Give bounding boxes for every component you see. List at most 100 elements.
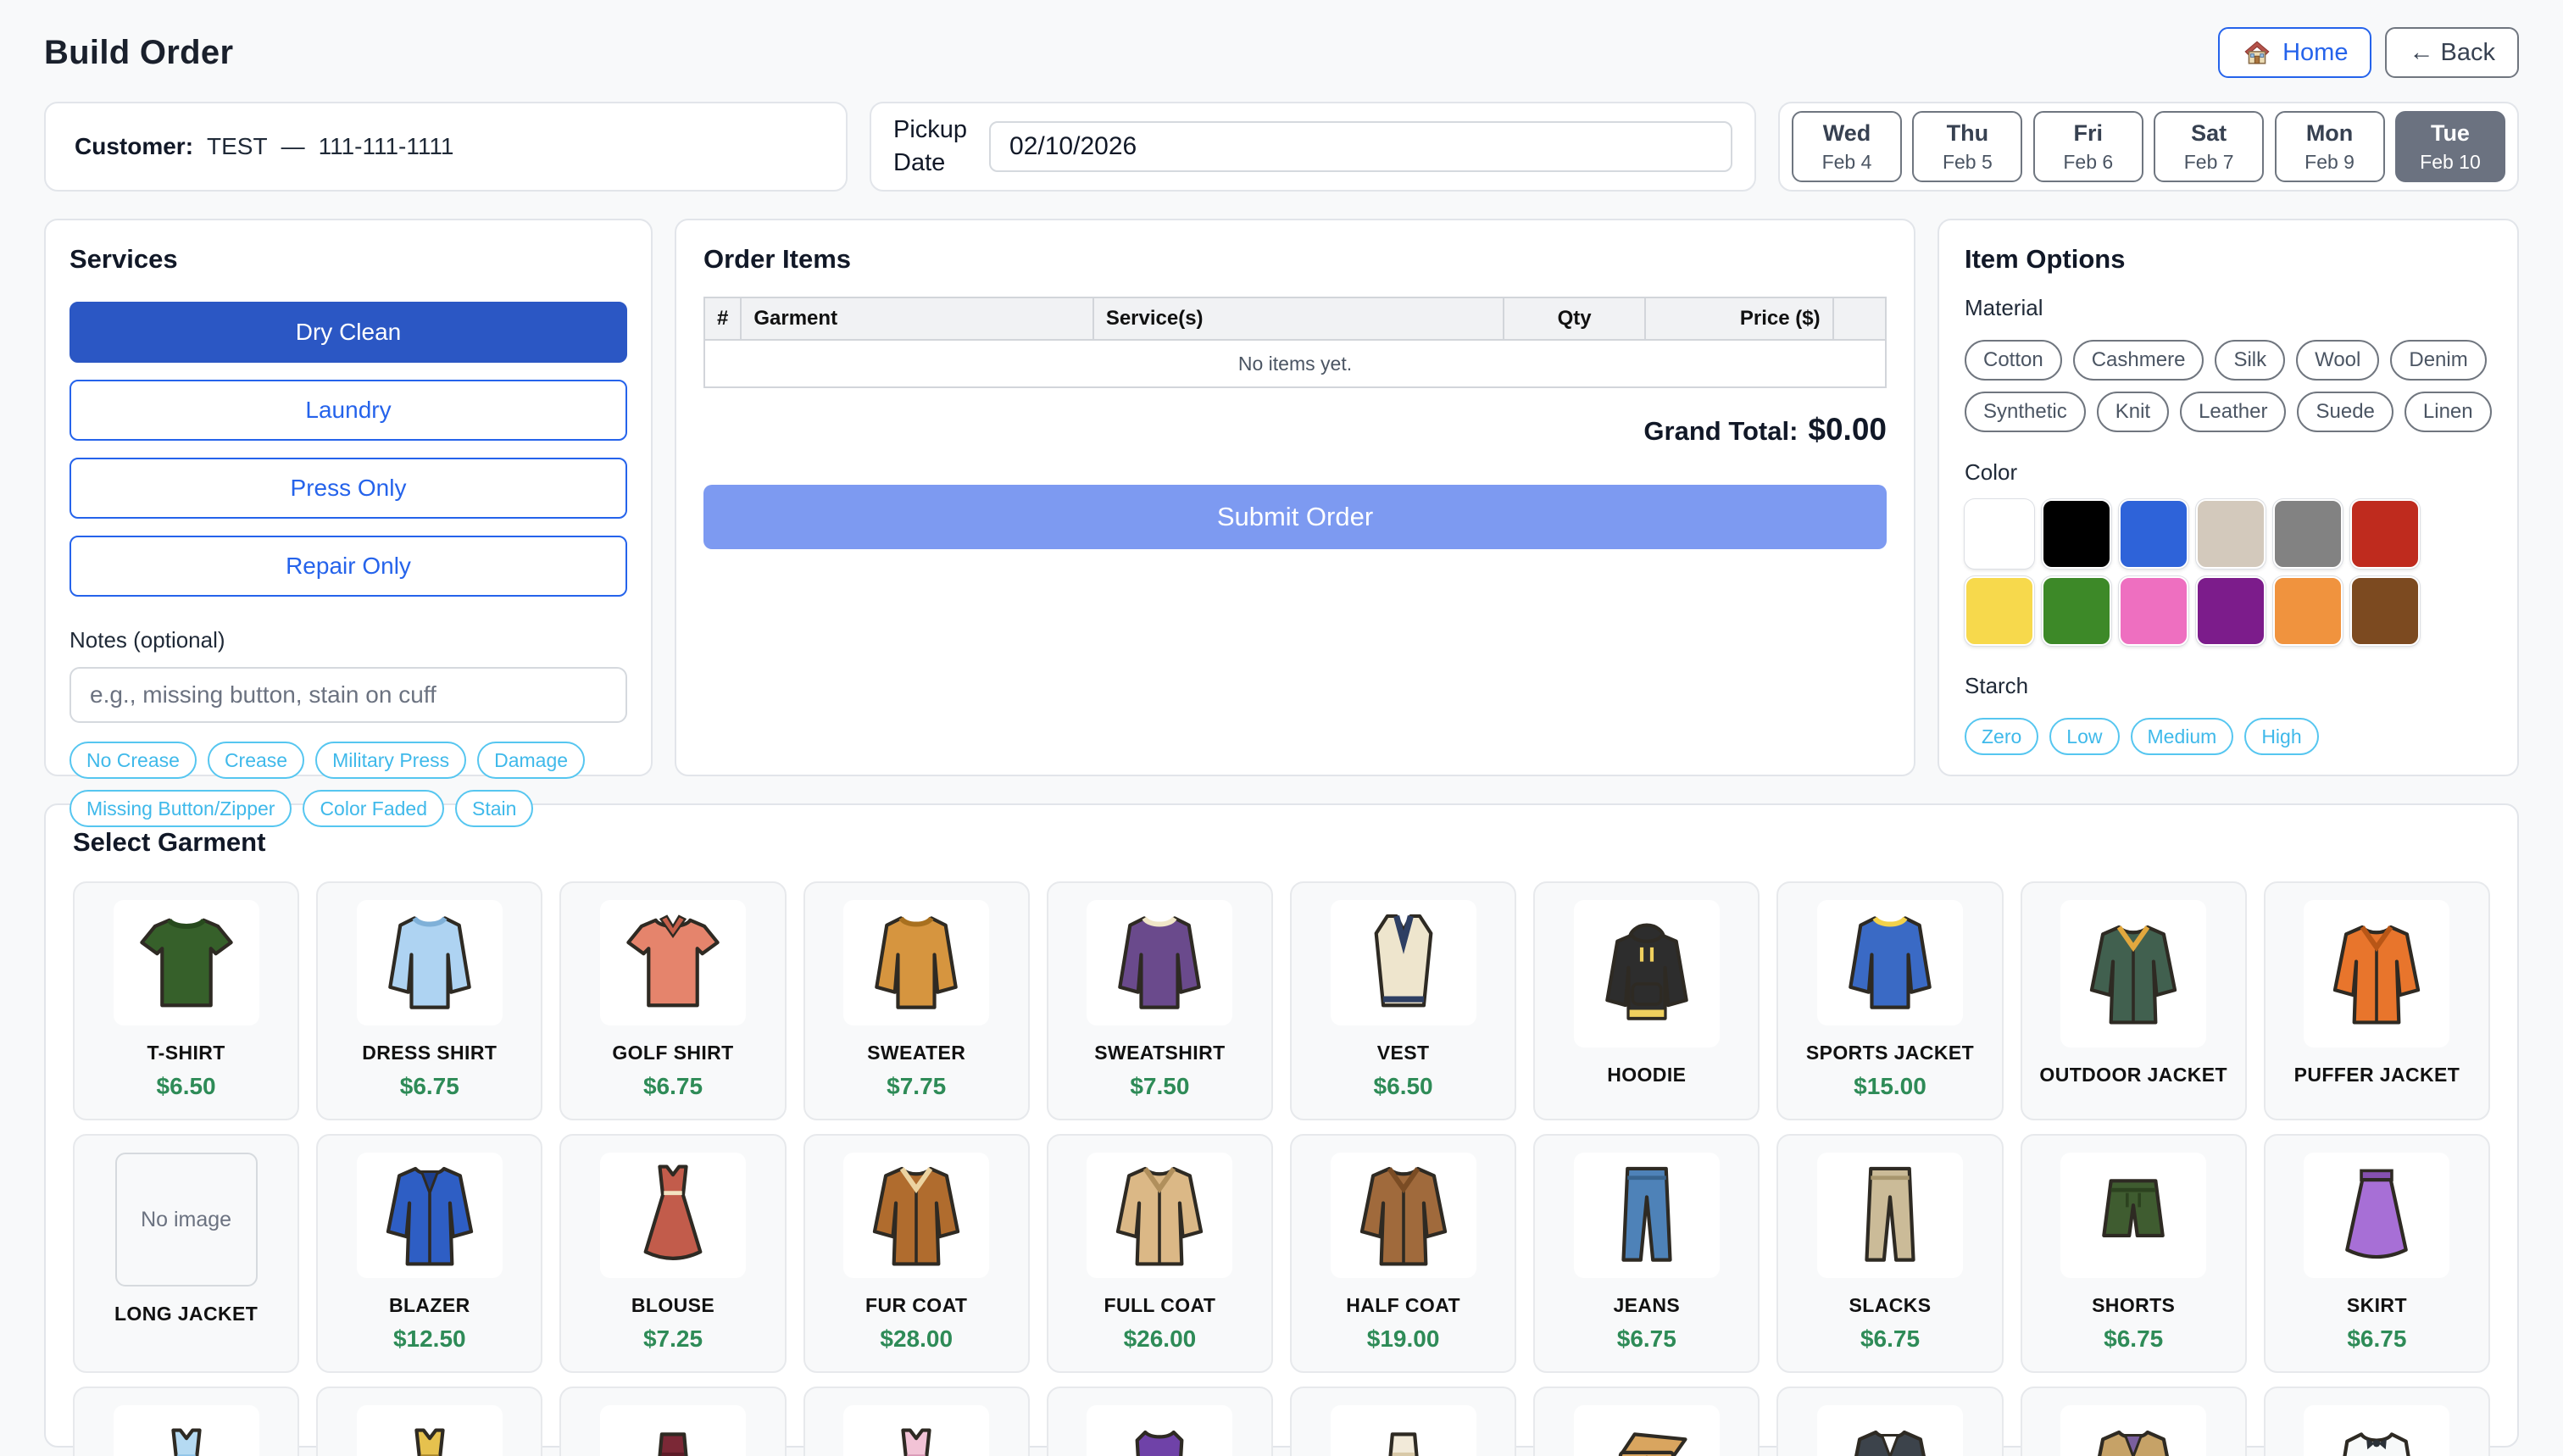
color-swatch-black[interactable] (2042, 499, 2111, 569)
garment-card-blazer[interactable]: BLAZER $12.50 (316, 1134, 542, 1373)
garment-card[interactable] (73, 1387, 299, 1456)
color-swatch-beige[interactable] (2196, 499, 2266, 569)
garment-card[interactable] (316, 1387, 542, 1456)
column-header-service-s: Service(s) (1093, 297, 1504, 340)
garment-name: SKIRT (2347, 1295, 2407, 1316)
material-chip-denim[interactable]: Denim (2390, 340, 2486, 381)
garment-card[interactable] (1776, 1387, 2003, 1456)
starch-chip-medium[interactable]: Medium (2131, 718, 2234, 755)
garment-card-long-jacket[interactable]: No image LONG JACKET (73, 1134, 299, 1373)
date-button-thu[interactable]: Thu Feb 5 (1912, 111, 2022, 182)
garment-card-hoodie[interactable]: HOODIE (1533, 881, 1760, 1120)
garment-card-full-coat[interactable]: FULL COAT $26.00 (1047, 1134, 1273, 1373)
garment-card-vest[interactable]: VEST $6.50 (1290, 881, 1516, 1120)
garment-card-fur-coat[interactable]: FUR COAT $28.00 (803, 1134, 1030, 1373)
note-chip-stain[interactable]: Stain (455, 790, 533, 827)
garment-card[interactable] (559, 1387, 786, 1456)
color-swatch-red[interactable] (2350, 499, 2420, 569)
service-button-dry-clean[interactable]: Dry Clean (69, 302, 627, 363)
garment-price: $6.75 (2347, 1325, 2406, 1353)
material-chip-linen[interactable]: Linen (2405, 392, 2492, 432)
garment-card[interactable] (2021, 1387, 2247, 1456)
material-chip-knit[interactable]: Knit (2097, 392, 2169, 432)
date-button-sat[interactable]: Sat Feb 7 (2154, 111, 2264, 182)
top-actions: Home ← Back (2218, 27, 2519, 78)
garment-card-dress-shirt[interactable]: DRESS SHIRT $6.75 (316, 881, 542, 1120)
starch-chips: Zero Low Medium High (1965, 718, 2492, 755)
starch-chip-zero[interactable]: Zero (1965, 718, 2038, 755)
service-button-laundry[interactable]: Laundry (69, 380, 627, 441)
garment-name: HOODIE (1607, 1064, 1686, 1086)
garment-name: PUFFER JACKET (2294, 1064, 2460, 1086)
service-button-press-only[interactable]: Press Only (69, 458, 627, 519)
garment-card-half-coat[interactable]: HALF COAT $19.00 (1290, 1134, 1516, 1373)
garment-card-puffer-jacket[interactable]: PUFFER JACKET (2264, 881, 2490, 1120)
note-chip-color-faded[interactable]: Color Faded (303, 790, 444, 827)
material-chip-suede[interactable]: Suede (2297, 392, 2393, 432)
starch-chip-high[interactable]: High (2244, 718, 2318, 755)
service-button-repair-only[interactable]: Repair Only (69, 536, 627, 597)
material-chip-cotton[interactable]: Cotton (1965, 340, 2062, 381)
date-day-label: Wed (1823, 120, 1871, 147)
date-button-tue[interactable]: Tue Feb 10 (2395, 111, 2505, 182)
garment-card[interactable] (2264, 1387, 2490, 1456)
color-swatch-orange[interactable] (2273, 576, 2343, 646)
note-chip-no-crease[interactable]: No Crease (69, 742, 197, 779)
color-swatch-pink[interactable] (2119, 576, 2188, 646)
date-button-wed[interactable]: Wed Feb 4 (1792, 111, 1902, 182)
color-swatch-green[interactable] (2042, 576, 2111, 646)
garment-card[interactable] (1047, 1387, 1273, 1456)
starch-chip-low[interactable]: Low (2049, 718, 2119, 755)
color-swatch-gray[interactable] (2273, 499, 2343, 569)
garment-card-sports-jacket[interactable]: SPORTS JACKET $15.00 (1776, 881, 2003, 1120)
garment-card-golf-shirt[interactable]: GOLF SHIRT $6.75 (559, 881, 786, 1120)
full-coat-icon (1087, 1153, 1232, 1278)
garment-card-skirt[interactable]: SKIRT $6.75 (2264, 1134, 2490, 1373)
material-chip-wool[interactable]: Wool (2296, 340, 2379, 381)
garment-card-blouse[interactable]: BLOUSE $7.25 (559, 1134, 786, 1373)
garment-card[interactable] (1290, 1387, 1516, 1456)
garment-card[interactable] (1533, 1387, 1760, 1456)
note-chip-missing-button-zipper[interactable]: Missing Button/Zipper (69, 790, 292, 827)
material-chip-cashmere[interactable]: Cashmere (2073, 340, 2204, 381)
date-day-label: Thu (1947, 120, 1988, 147)
color-swatch-blue[interactable] (2119, 499, 2188, 569)
garment-card[interactable] (803, 1387, 1030, 1456)
garment-card-outdoor-jacket[interactable]: OUTDOOR JACKET (2021, 881, 2247, 1120)
garment-card-sweatshirt[interactable]: SWEATSHIRT $7.50 (1047, 881, 1273, 1120)
material-chip-silk[interactable]: Silk (2215, 340, 2285, 381)
color-swatch-yellow[interactable] (1965, 576, 2034, 646)
back-button[interactable]: ← Back (2385, 27, 2519, 78)
garment-name: FUR COAT (865, 1295, 967, 1316)
skirt-icon (2304, 1153, 2449, 1278)
color-swatch-purple[interactable] (2196, 576, 2266, 646)
blazer-icon (357, 1153, 503, 1278)
note-chip-crease[interactable]: Crease (208, 742, 304, 779)
garment-card-t-shirt[interactable]: T-SHIRT $6.50 (73, 881, 299, 1120)
jumpsuit-icon (1087, 1405, 1232, 1456)
garment-card-sweater[interactable]: SWEATER $7.75 (803, 881, 1030, 1120)
home-icon (2242, 38, 2272, 67)
garment-price: $19.00 (1367, 1325, 1440, 1353)
garment-card-slacks[interactable]: SLACKS $6.75 (1776, 1134, 2003, 1373)
garment-card-shorts[interactable]: SHORTS $6.75 (2021, 1134, 2247, 1373)
notes-input[interactable] (69, 667, 627, 723)
note-chip-damage[interactable]: Damage (477, 742, 585, 779)
color-swatch-white[interactable] (1965, 499, 2034, 569)
home-button[interactable]: Home (2218, 27, 2371, 78)
sweatshirt-icon (1087, 900, 1232, 1025)
date-button-fri[interactable]: Fri Feb 6 (2033, 111, 2143, 182)
material-chip-leather[interactable]: Leather (2180, 392, 2286, 432)
color-swatch-brown[interactable] (2350, 576, 2420, 646)
item-options-panel: Item Options Material Cotton Cashmere Si… (1938, 219, 2519, 776)
shorts-icon (2060, 1153, 2206, 1278)
material-chip-synthetic[interactable]: Synthetic (1965, 392, 2086, 432)
submit-order-button[interactable]: Submit Order (703, 485, 1887, 549)
note-chips: No Crease Crease Military Press Damage M… (69, 742, 627, 827)
date-day-label: Tue (2431, 120, 2470, 147)
pickup-date-input[interactable] (989, 121, 1732, 172)
item-options-title: Item Options (1965, 244, 2492, 275)
date-button-mon[interactable]: Mon Feb 9 (2275, 111, 2385, 182)
note-chip-military-press[interactable]: Military Press (315, 742, 466, 779)
garment-card-jeans[interactable]: JEANS $6.75 (1533, 1134, 1760, 1373)
